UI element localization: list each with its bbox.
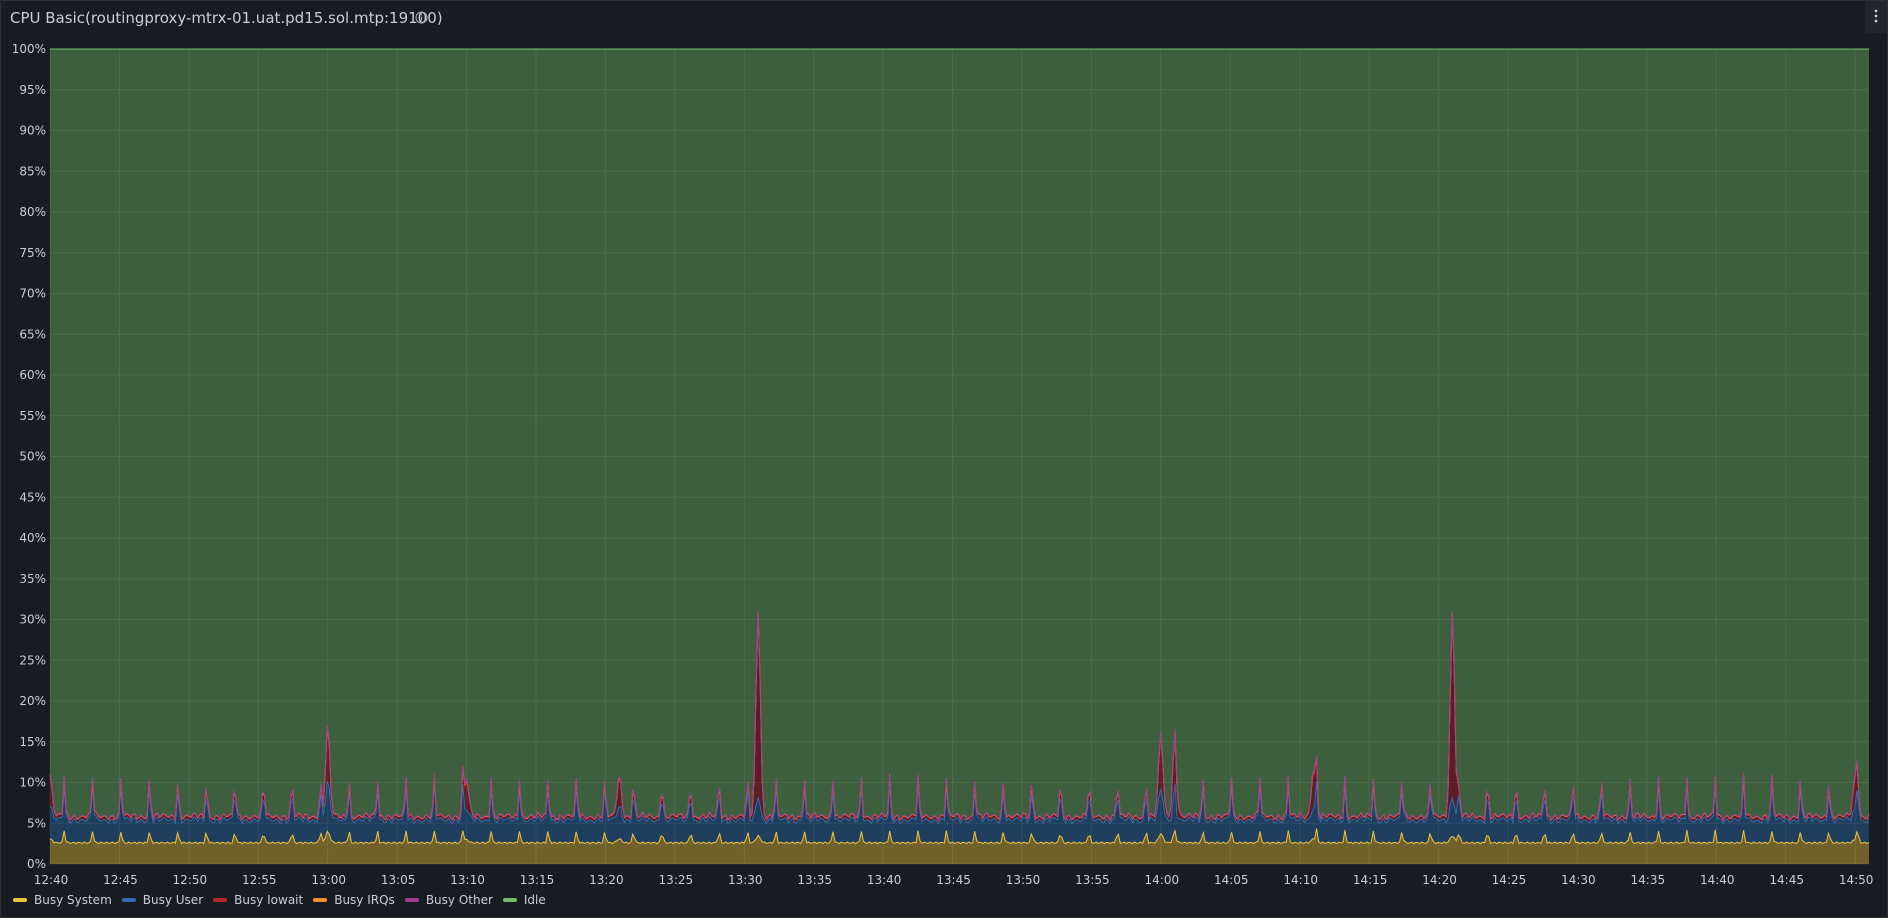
y-tick-label: 45% (19, 490, 46, 504)
x-tick-label: 12:50 (173, 873, 208, 887)
x-tick-label: 14:10 (1283, 873, 1318, 887)
legend-swatch (313, 898, 328, 902)
x-tick-label: 13:35 (797, 873, 832, 887)
x-tick-label: 14:25 (1492, 873, 1527, 887)
y-tick-label: 5% (27, 816, 46, 830)
x-tick-label: 13:55 (1075, 873, 1110, 887)
cpu-basic-panel: CPU Basic(routingproxy-mtrx-01.uat.pd15.… (0, 0, 1888, 918)
x-tick-label: 14:50 (1839, 873, 1874, 887)
y-tick-label: 80% (19, 205, 46, 219)
x-tick-label: 14:45 (1769, 873, 1804, 887)
x-tick-label: 14:00 (1145, 873, 1180, 887)
x-tick-label: 13:30 (728, 873, 763, 887)
y-tick-label: 0% (27, 857, 46, 871)
y-tick-label: 30% (19, 613, 46, 627)
y-tick-label: 15% (19, 735, 46, 749)
x-tick-label: 12:55 (242, 873, 277, 887)
legend-swatch (213, 898, 228, 902)
y-tick-label: 95% (19, 83, 46, 97)
y-tick-label: 85% (19, 164, 46, 178)
x-tick-label: 14:20 (1422, 873, 1457, 887)
x-tick-label: 12:45 (103, 873, 138, 887)
x-tick-label: 13:25 (659, 873, 694, 887)
x-tick-label: 14:15 (1353, 873, 1388, 887)
y-tick-label: 20% (19, 694, 46, 708)
chart-legend: Busy System Busy User Busy Iowait Busy IRQs… (13, 891, 556, 909)
x-tick-label: 13:20 (589, 873, 624, 887)
legend-label: Busy Other (425, 893, 493, 907)
x-tick-label: 13:00 (311, 873, 346, 887)
y-axis: 0% 5% 10% 15% 20% 25% 30% 35% 40% 45% 50% 55% 60% 65%… (12, 42, 46, 871)
x-tick-label: 13:10 (450, 873, 485, 887)
y-tick-label: 60% (19, 368, 46, 382)
x-tick-label: 14:40 (1700, 873, 1735, 887)
cpu-time-series-chart[interactable]: 0% 5% 10% 15% 20% 25% 30% 35% 40% 45% 50% 55% 60% 65%… (1, 1, 1887, 889)
legend-swatch (502, 898, 517, 902)
y-tick-label: 10% (19, 776, 46, 790)
x-tick-label: 13:45 (936, 873, 971, 887)
legend-item-idle[interactable]: Idle (502, 893, 546, 907)
legend-label: Idle (523, 893, 546, 907)
y-tick-label: 65% (19, 327, 46, 341)
y-tick-label: 90% (19, 124, 46, 138)
chart-series-areas (50, 49, 1869, 864)
y-tick-label: 50% (19, 450, 46, 464)
x-tick-label: 12:40 (34, 873, 69, 887)
x-tick-label: 13:50 (1006, 873, 1041, 887)
legend-label: Busy System (34, 893, 112, 907)
y-tick-label: 75% (19, 246, 46, 260)
y-tick-label: 70% (19, 287, 46, 301)
y-tick-label: 40% (19, 531, 46, 545)
legend-swatch (121, 898, 136, 902)
legend-label: Busy User (142, 893, 204, 907)
legend-label: Busy Iowait (234, 893, 304, 907)
x-axis: 12:40 12:45 12:50 12:55 13:00 13:05 13:10 13:15… (34, 873, 1874, 887)
legend-label: Busy IRQs (334, 893, 395, 907)
legend-swatch (404, 898, 419, 902)
series-area-idle (50, 49, 1869, 820)
y-tick-label: 55% (19, 409, 46, 423)
legend-item-busy-iowait[interactable]: Busy Iowait (213, 893, 303, 907)
x-tick-label: 14:05 (1214, 873, 1249, 887)
x-tick-label: 13:05 (381, 873, 416, 887)
y-tick-label: 25% (19, 653, 46, 667)
legend-item-busy-other[interactable]: Busy Other (404, 893, 493, 907)
x-tick-label: 14:30 (1561, 873, 1596, 887)
y-tick-label: 35% (19, 572, 46, 586)
x-tick-label: 13:15 (520, 873, 555, 887)
x-tick-label: 14:35 (1631, 873, 1666, 887)
legend-item-busy-system[interactable]: Busy System (13, 893, 112, 907)
legend-swatch (13, 898, 27, 902)
legend-item-busy-user[interactable]: Busy User (121, 893, 204, 907)
y-tick-label: 100% (12, 42, 46, 56)
legend-item-busy-irqs[interactable]: Busy IRQs (313, 893, 395, 907)
x-tick-label: 13:40 (867, 873, 902, 887)
